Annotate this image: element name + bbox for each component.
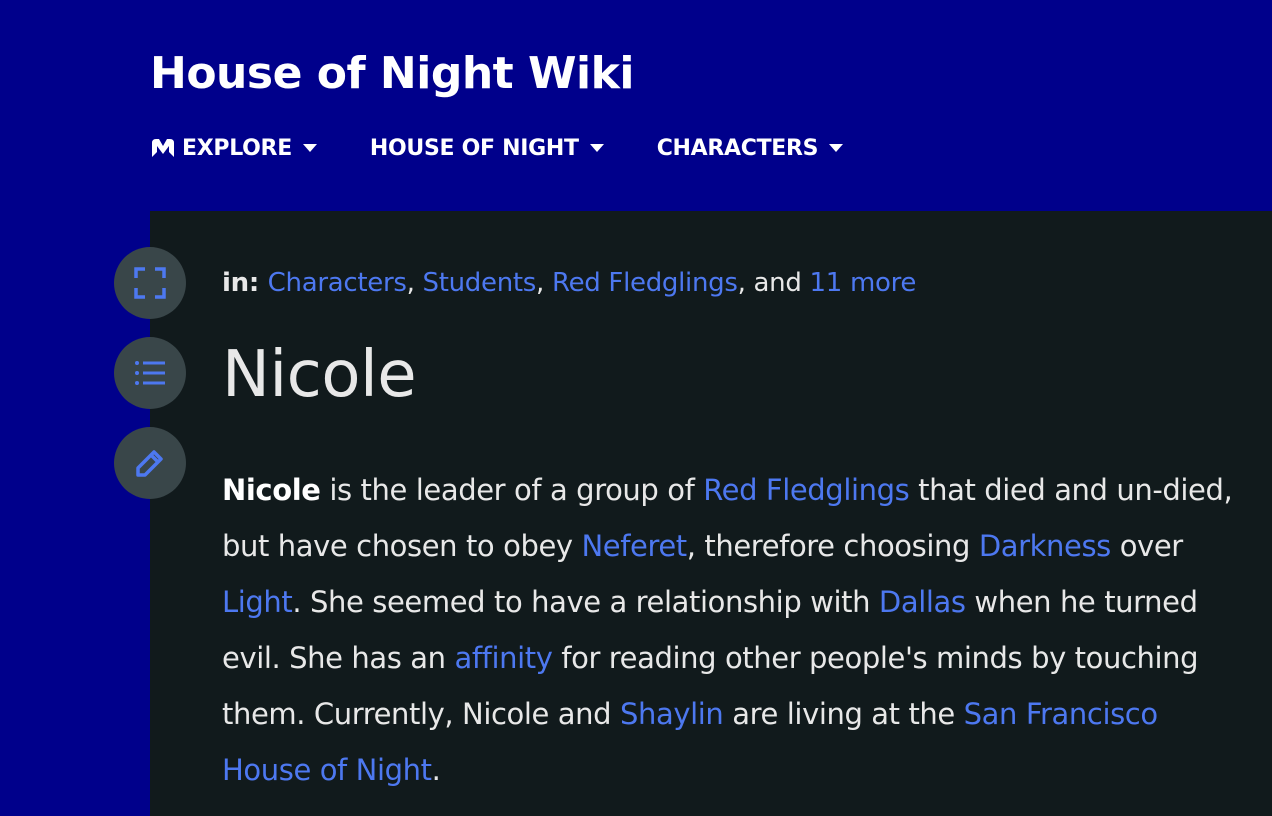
text-span: . [431, 753, 441, 787]
category-separator: , [737, 268, 754, 298]
table-of-contents-button[interactable] [114, 337, 186, 409]
main-nav: EXPLORE HOUSE OF NIGHT CHARACTERS [150, 133, 896, 163]
wiki-title[interactable]: House of Night Wiki [150, 48, 634, 99]
text-span: are living at the [723, 697, 964, 731]
nav-characters-label: CHARACTERS [656, 135, 819, 161]
category-prefix: in: [222, 268, 268, 298]
fullscreen-button[interactable] [114, 247, 186, 319]
nav-house-of-night[interactable]: HOUSE OF NIGHT [370, 136, 605, 161]
link-light[interactable]: Light [222, 585, 293, 619]
chevron-down-icon [589, 144, 604, 152]
bold-subject: Nicole [222, 473, 321, 507]
fandom-icon [152, 139, 174, 157]
article-paragraph: Nicole is the leader of a group of Red F… [222, 462, 1242, 798]
nav-house-of-night-label: HOUSE OF NIGHT [369, 135, 579, 161]
site-header: House of Night Wiki EXPLORE HOUSE OF NIG… [0, 0, 1272, 211]
nav-explore-label: EXPLORE [182, 135, 292, 161]
edit-pencil-icon [136, 450, 163, 477]
link-neferet[interactable]: Neferet [581, 529, 687, 563]
text-span: is the leader of a group of [320, 473, 704, 507]
page-tools [114, 247, 186, 517]
link-dallas[interactable]: Dallas [879, 585, 966, 619]
text-span: , therefore choosing [686, 529, 979, 563]
category-separator: , [406, 268, 423, 298]
category-list: in: Characters, Students, Red Fledglings… [222, 268, 916, 298]
category-link[interactable]: Characters [268, 268, 407, 298]
link-red-fledglings[interactable]: Red Fledglings [703, 473, 910, 507]
nav-characters[interactable]: CHARACTERS [657, 136, 845, 161]
category-link[interactable]: Students [423, 268, 537, 298]
chevron-down-icon [302, 144, 317, 152]
text-span: over [1110, 529, 1183, 563]
category-and: and [753, 268, 810, 298]
chevron-down-icon [829, 144, 844, 152]
edit-button[interactable] [114, 427, 186, 499]
text-span: . She seemed to have a relationship with [292, 585, 879, 619]
fullscreen-icon [134, 267, 166, 299]
category-link[interactable]: Red Fledglings [552, 268, 738, 298]
link-affinity[interactable]: affinity [454, 641, 552, 675]
link-darkness[interactable]: Darkness [979, 529, 1111, 563]
nav-explore[interactable]: EXPLORE [150, 136, 318, 161]
table-of-contents-icon [135, 361, 165, 385]
more-categories-link[interactable]: 11 more [810, 268, 917, 298]
link-shaylin[interactable]: Shaylin [620, 697, 724, 731]
page-title: Nicole [222, 338, 417, 412]
category-separator: , [536, 268, 552, 298]
